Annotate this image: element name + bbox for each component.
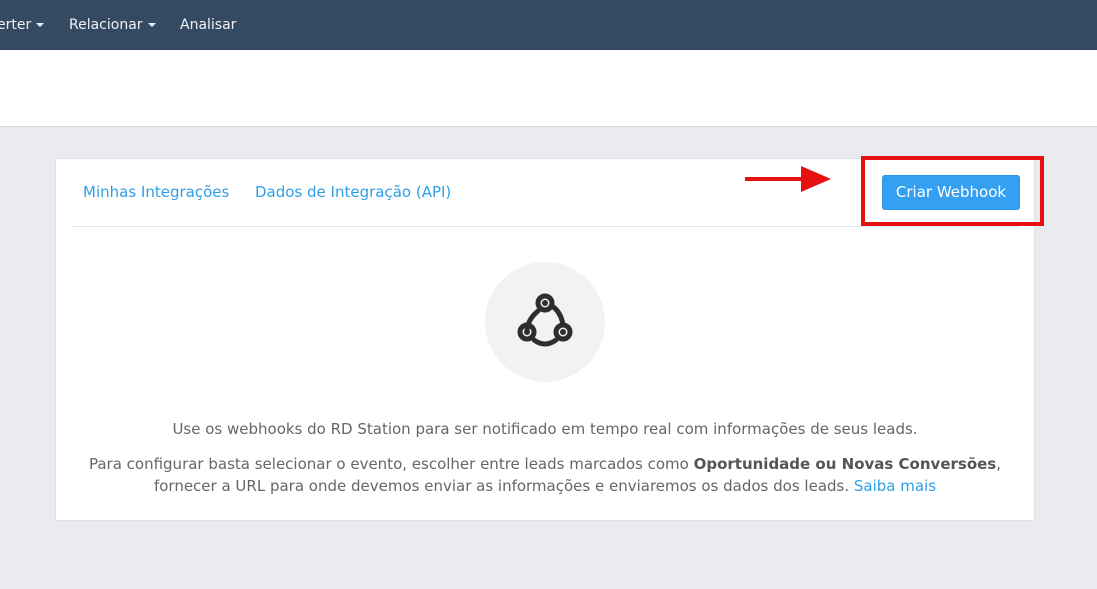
nav-item-relacionar[interactable]: Relacionar [69, 0, 156, 50]
webhook-icon [517, 293, 573, 347]
nav-item-converter[interactable]: erter [0, 0, 45, 50]
nav-item-label: erter [0, 17, 32, 33]
empty-state-instructions: Para configurar basta selecionar o event… [56, 453, 1034, 497]
instructions-bold: Oportunidade ou Novas Conversões [693, 455, 997, 473]
page-header [0, 50, 1097, 127]
empty-state-text: Use os webhooks do RD Station para ser n… [172, 420, 918, 438]
top-navbar: erter Relacionar Analisar [0, 0, 1097, 50]
caret-down-icon [36, 23, 45, 27]
instructions-text: Para configurar basta selecionar o event… [88, 455, 694, 473]
nav-item-label: Analisar [180, 17, 237, 33]
caret-down-icon [147, 23, 156, 27]
instructions-comma: , [996, 455, 1002, 473]
tab-dados-integracao-api[interactable]: Dados de Integração (API) [255, 183, 451, 201]
instructions-text-2: fornecer a URL para onde devemos enviar … [153, 477, 854, 495]
nav-item-label: Relacionar [69, 17, 143, 33]
saiba-mais-link[interactable]: Saiba mais [854, 477, 936, 495]
divider [71, 226, 1019, 227]
tab-minhas-integracoes[interactable]: Minhas Integrações [83, 183, 229, 201]
annotation-highlight-box [861, 156, 1044, 226]
nav-item-analisar[interactable]: Analisar [180, 0, 236, 50]
annotation-arrow-icon [745, 166, 831, 192]
webhook-icon-container [485, 262, 605, 382]
